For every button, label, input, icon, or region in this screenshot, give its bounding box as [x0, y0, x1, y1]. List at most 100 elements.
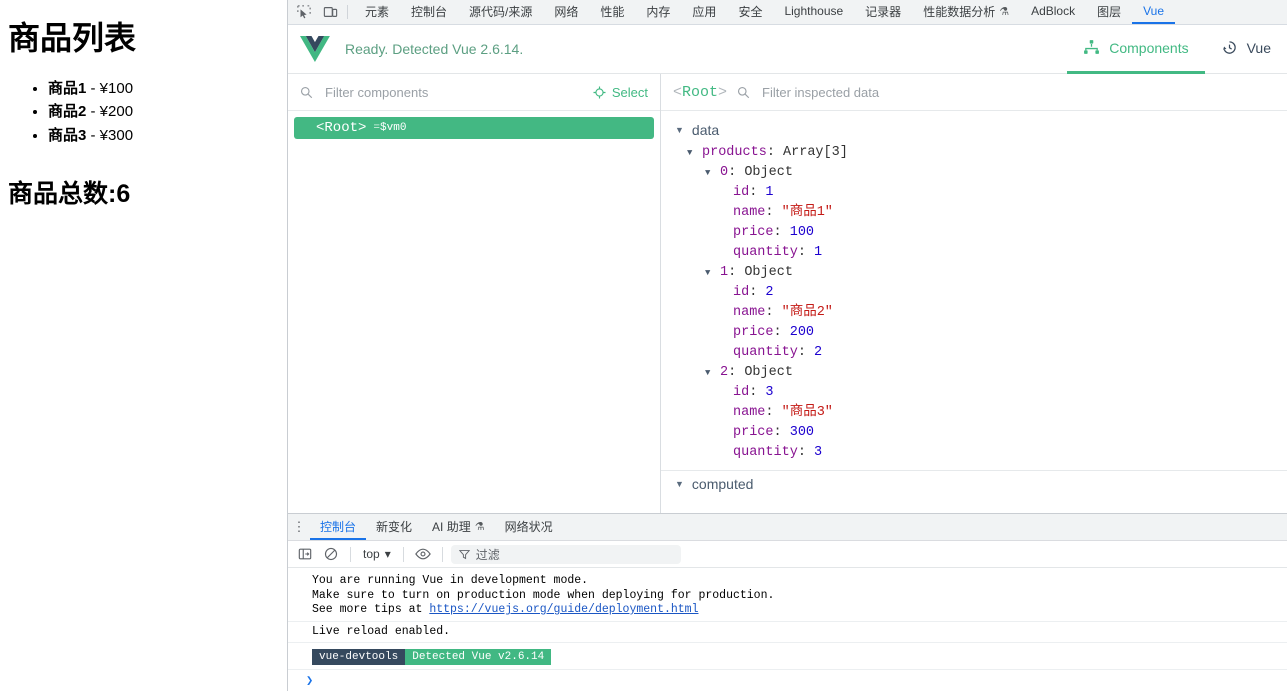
screen: 商品列表 商品1 - ¥100 商品2 - ¥200 商品3 - ¥300 商品…: [0, 0, 1287, 691]
search-input[interactable]: [323, 83, 583, 101]
list-item: 商品1 - ¥100: [48, 77, 279, 100]
data-key: 2: [720, 365, 729, 380]
console-output: You are running Vue in development mode.…: [288, 568, 1287, 691]
tab-vue[interactable]: Vue: [1132, 0, 1176, 24]
devtools-tabstrip: 元素 控制台 源代码/来源 网络 性能 内存 应用 安全 Lighthouse …: [288, 0, 1287, 25]
data-row-field: quantity: 1: [733, 245, 823, 260]
data-value: 2: [814, 345, 823, 360]
drawer-tab-console[interactable]: 控制台: [310, 514, 367, 540]
console-line: Make sure to turn on production mode whe…: [312, 588, 775, 602]
drawer-tab-whats-new[interactable]: 新变化: [366, 514, 422, 540]
group-header-data[interactable]: ▼ data: [661, 117, 1287, 143]
badge-value: Detected Vue v2.6.14: [405, 649, 552, 665]
vue-tab-vuex[interactable]: Vue: [1205, 25, 1287, 74]
console-line: Live reload enabled.: [312, 624, 451, 638]
tree-row-vm: $vm0: [380, 122, 407, 134]
tab-sources[interactable]: 源代码/来源: [458, 0, 543, 24]
filter-placeholder: 过滤: [475, 547, 500, 562]
javascript-context-select[interactable]: top ▾: [359, 547, 395, 561]
device-toolbar-icon[interactable]: [317, 0, 343, 24]
history-clock-icon: [1222, 41, 1236, 54]
console-prompt[interactable]: ❯: [288, 670, 1287, 689]
live-expression-icon[interactable]: [412, 544, 434, 564]
data-key: quantity: [733, 345, 798, 360]
status-badge: vue-devtools Detected Vue v2.6.14: [312, 649, 552, 665]
product-total: 商品总数:6: [8, 179, 131, 208]
data-value: Object: [744, 265, 793, 280]
breadcrumb[interactable]: <Root>: [673, 84, 727, 101]
data-row-array-item[interactable]: ▼ 0: Object: [661, 163, 1287, 183]
filter-icon: [458, 549, 470, 560]
inspector-toolbar: <Root>: [661, 74, 1287, 111]
data-row-array-item[interactable]: ▼ 2: Object: [661, 363, 1287, 383]
data-row-array-item[interactable]: ▼ 1: Object: [661, 263, 1287, 283]
tab-network[interactable]: 网络: [543, 0, 589, 24]
web-page-viewport: 商品列表 商品1 - ¥100 商品2 - ¥200 商品3 - ¥300 商品…: [0, 0, 288, 691]
inspected-data-tree: ▼ data ▼ products: Array[3] ▼ 0: Object: [661, 111, 1287, 513]
chevron-down-icon: ▼: [675, 124, 684, 135]
clear-console-icon[interactable]: [320, 544, 342, 564]
inspect-element-icon[interactable]: [291, 0, 317, 24]
tab-lighthouse[interactable]: Lighthouse: [773, 0, 854, 24]
tab-application[interactable]: 应用: [681, 0, 727, 24]
chevron-down-icon: ▼: [705, 168, 711, 178]
chevron-down-icon: ▼: [675, 478, 684, 489]
console-toolbar: top ▾ 过滤: [288, 541, 1287, 568]
flask-icon: ⚗: [474, 520, 485, 533]
data-key: price: [733, 425, 774, 440]
product-price: - ¥100: [86, 80, 134, 98]
vue-status-text: Ready. Detected Vue 2.6.14.: [345, 41, 524, 57]
toolbar-divider: [347, 5, 348, 19]
tab-performance-insights[interactable]: 性能数据分析 ⚗: [912, 0, 1020, 24]
vue-devtools-header: Ready. Detected Vue 2.6.14. Components V…: [288, 25, 1287, 74]
product-price: - ¥200: [86, 103, 134, 121]
inspected-data-search-input[interactable]: [760, 83, 1275, 101]
show-console-sidebar-icon[interactable]: [294, 544, 316, 564]
target-crosshair-icon: [593, 85, 606, 99]
product-list: 商品1 - ¥100 商品2 - ¥200 商品3 - ¥300: [8, 77, 279, 147]
console-filter-input[interactable]: 过滤: [450, 544, 681, 564]
more-options-icon[interactable]: ⋮: [288, 514, 310, 540]
data-key: id: [733, 385, 750, 400]
product-name: 商品1: [48, 80, 87, 98]
tab-performance[interactable]: 性能: [589, 0, 635, 24]
components-tree-icon: [1084, 40, 1100, 54]
page-title: 商品列表: [8, 20, 137, 56]
data-row-field: quantity: 3: [733, 445, 823, 460]
breadcrumb-name: Root: [682, 83, 719, 101]
inspector-pane: <Root> ▼ data: [661, 74, 1287, 513]
tab-adblock[interactable]: AdBlock: [1020, 0, 1086, 24]
search-icon: [300, 86, 313, 99]
chevron-down-icon: ▼: [705, 268, 711, 278]
tab-console[interactable]: 控制台: [400, 0, 458, 24]
tab-security[interactable]: 安全: [727, 0, 773, 24]
data-key: id: [733, 285, 750, 300]
data-value: Array[3]: [783, 145, 848, 160]
data-value: 100: [789, 225, 815, 240]
breadcrumb-close: >: [718, 83, 728, 101]
data-key: name: [733, 405, 766, 420]
group-header-computed[interactable]: ▼ computed: [661, 471, 1287, 497]
deployment-guide-link[interactable]: https://vuejs.org/guide/deployment.html: [429, 603, 698, 616]
vue-panel-tabs: Components Vue: [1067, 25, 1287, 74]
drawer-tab-network-conditions[interactable]: 网络状况: [495, 514, 563, 540]
component-tree-list: <Root> = $vm0: [288, 111, 660, 513]
drawer-tabstrip: ⋮ 控制台 新变化 AI 助理 ⚗ 网络状况: [288, 514, 1287, 541]
data-key: name: [733, 205, 766, 220]
vue-tab-components[interactable]: Components: [1067, 25, 1205, 74]
tab-memory[interactable]: 内存: [635, 0, 681, 24]
tab-elements[interactable]: 元素: [354, 0, 400, 24]
badge-label: vue-devtools: [312, 649, 406, 665]
select-component-button[interactable]: Select: [593, 85, 648, 100]
data-value: "商品3": [781, 405, 833, 420]
tab-layers[interactable]: 图层: [1086, 0, 1132, 24]
toolbar-divider: [402, 546, 404, 562]
tab-recorder[interactable]: 记录器: [854, 0, 912, 24]
data-value: 3: [765, 385, 774, 400]
tree-row-root[interactable]: <Root> = $vm0: [294, 117, 654, 139]
vue-tab-label: Components: [1109, 39, 1189, 56]
drawer-tab-ai-assistant[interactable]: AI 助理 ⚗: [422, 514, 495, 540]
console-line: You are running Vue in development mode.: [312, 574, 589, 587]
data-row-products[interactable]: ▼ products: Array[3]: [661, 143, 1287, 163]
data-value: Object: [744, 365, 793, 380]
